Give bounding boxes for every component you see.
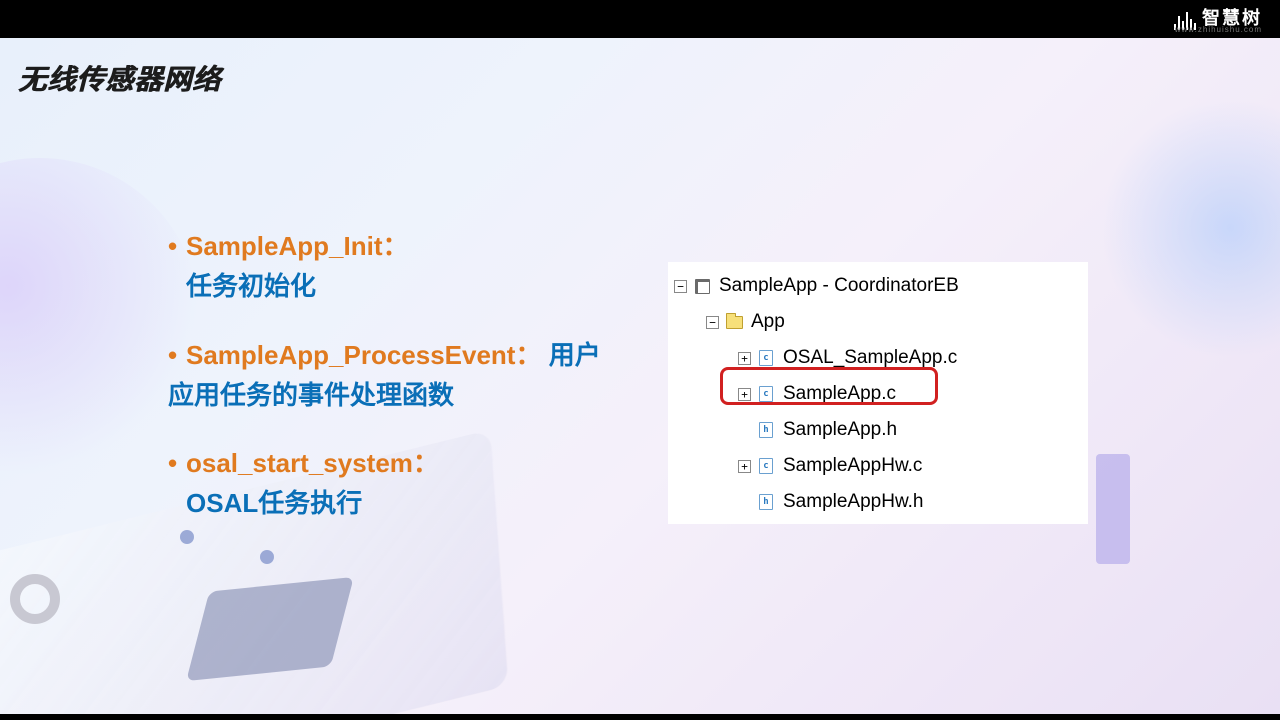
bullet-code: osal_start_system xyxy=(186,448,413,478)
tree-file-row[interactable]: SampleApp.h xyxy=(674,412,1080,448)
bullet-code: SampleApp_ProcessEvent xyxy=(186,340,515,370)
slide-area: 无线传感器网络 •SampleApp_Init： 任务初始化 •SampleAp… xyxy=(0,38,1280,714)
tree-file-row[interactable]: + SampleAppHw.c xyxy=(674,448,1080,484)
tree-root-row[interactable]: − SampleApp - CoordinatorEB xyxy=(674,268,1080,304)
expand-icon[interactable]: + xyxy=(738,352,751,365)
brand-url: www.zhihuishu.com xyxy=(1175,25,1262,34)
collapse-icon[interactable]: − xyxy=(706,316,719,329)
video-bottom-bar xyxy=(0,714,1280,720)
course-title: 无线传感器网络 xyxy=(18,58,221,98)
bullet-item-3: •osal_start_system： OSAL任务执行 xyxy=(168,443,618,524)
decor-blob-right xyxy=(1100,98,1280,358)
toggle-spacer xyxy=(738,424,751,437)
video-top-bar: 智慧树 www.zhihuishu.com xyxy=(0,0,1280,38)
tree-folder-label: App xyxy=(751,311,785,333)
decor-dot xyxy=(260,550,274,564)
tree-file-label: SampleAppHw.c xyxy=(783,455,922,477)
bullet-dot-icon: • xyxy=(168,226,186,266)
bullet-dot-icon: • xyxy=(168,335,186,375)
bullet-item-2: •SampleApp_ProcessEvent： 用户应用任务的事件处理函数 xyxy=(168,335,618,416)
bullet-desc: OSAL任务执行 xyxy=(186,488,362,518)
tree-file-label: SampleApp.h xyxy=(783,419,897,441)
bullet-sep: ： xyxy=(413,448,439,478)
c-file-icon xyxy=(757,458,775,474)
bullet-desc: 任务初始化 xyxy=(186,271,316,301)
highlight-rect xyxy=(720,367,938,405)
folder-icon xyxy=(725,314,743,330)
bullet-code: SampleApp_Init xyxy=(186,231,382,261)
tree-file-label: OSAL_SampleApp.c xyxy=(783,347,957,369)
expand-icon[interactable]: + xyxy=(738,460,751,473)
toggle-spacer xyxy=(738,496,751,509)
bullet-sep: ： xyxy=(515,340,541,370)
decor-bar xyxy=(1096,454,1130,564)
tree-folder-row[interactable]: − App xyxy=(674,304,1080,340)
bullet-dot-icon: • xyxy=(168,443,186,483)
c-file-icon xyxy=(757,350,775,366)
decor-gear-icon xyxy=(10,574,60,624)
tree-root-label: SampleApp - CoordinatorEB xyxy=(719,275,959,297)
collapse-icon[interactable]: − xyxy=(674,280,687,293)
tree-file-row[interactable]: SampleAppHw.h xyxy=(674,484,1080,520)
project-icon xyxy=(693,278,711,294)
h-file-icon xyxy=(757,494,775,510)
bullet-item-1: •SampleApp_Init： 任务初始化 xyxy=(168,226,618,307)
bullet-list: •SampleApp_Init： 任务初始化 •SampleApp_Proces… xyxy=(168,226,618,552)
h-file-icon xyxy=(757,422,775,438)
tree-file-label: SampleAppHw.h xyxy=(783,491,923,513)
bullet-sep: ： xyxy=(382,231,408,261)
